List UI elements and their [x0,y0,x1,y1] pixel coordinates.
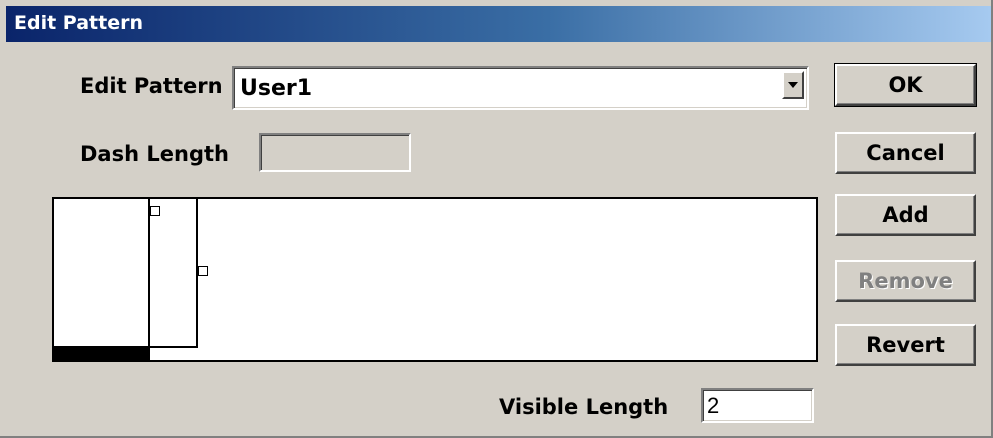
window-title: Edit Pattern [14,12,143,34]
gap-boundary-line [196,199,198,360]
revert-button[interactable]: Revert [835,324,976,366]
dash-length-label: Dash Length [80,142,229,166]
gap-segment [150,346,198,360]
add-button[interactable]: Add [835,194,976,236]
visible-length-input[interactable] [701,388,814,423]
dropdown-button[interactable] [782,71,804,99]
gap-resize-handle[interactable] [198,266,208,276]
dash-boundary-line [148,199,150,360]
title-bar[interactable]: Edit Pattern [6,6,991,42]
chevron-down-icon [788,82,798,88]
ok-button[interactable]: OK [834,63,977,107]
edit-pattern-combobox[interactable]: User1 [232,66,809,110]
dash-segment [54,346,150,360]
pattern-editor-canvas[interactable] [52,197,818,362]
edit-pattern-dialog: Edit Pattern Edit Pattern User1 Dash Len… [0,0,993,438]
edit-pattern-value: User1 [240,76,313,101]
visible-length-label: Visible Length [499,395,669,419]
dash-length-field [259,133,411,172]
cancel-button[interactable]: Cancel [835,132,976,174]
remove-button[interactable]: Remove [835,260,976,302]
dash-resize-handle[interactable] [150,206,160,216]
edit-pattern-label: Edit Pattern [80,74,223,98]
